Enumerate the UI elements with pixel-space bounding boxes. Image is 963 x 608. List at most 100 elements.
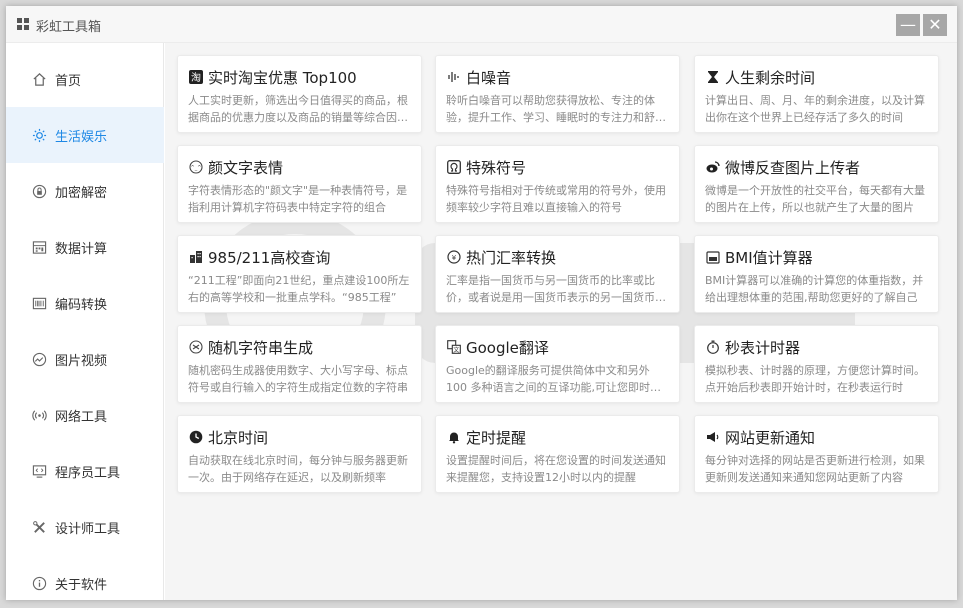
scale-icon bbox=[705, 250, 720, 265]
card-description: 计算出日、周、月、年的剩余进度，以及计算出你在这个世界上已经存活了多久的时间 bbox=[705, 94, 925, 124]
wifi-icon bbox=[31, 407, 47, 423]
sidebar-item-network[interactable]: 网络工具 bbox=[6, 387, 164, 443]
card-title: 热门汇率转换 bbox=[466, 248, 557, 267]
svg-text:¥: ¥ bbox=[451, 254, 456, 262]
tool-card-white-noise[interactable]: 白噪音 聆听白噪音可以帮助您获得放松、专注的体验，提升工作、学习、睡眠时的专注力… bbox=[435, 55, 680, 133]
title-bar[interactable]: 彩虹工具箱 — ✕ bbox=[6, 6, 957, 43]
tool-card-remaining-life[interactable]: 人生剩余时间 计算出日、周、月、年的剩余进度，以及计算出你在这个世界上已经存活了… bbox=[694, 55, 939, 133]
megaphone-icon bbox=[705, 430, 720, 445]
sidebar-item-encoding[interactable]: 编码转换 bbox=[6, 275, 164, 331]
barcode-icon bbox=[31, 295, 47, 311]
card-description: 字符表情形态的"颜文字"是一种表情符号，是指利用计算机字符码表中特定字符的组合 bbox=[188, 184, 408, 214]
card-description: 微博是一个开放性的社交平台，每天都有大量的图片在上传，所以也就产生了大量的图片 bbox=[705, 184, 925, 214]
sidebar-item-encryption[interactable]: 加密解密 bbox=[6, 163, 164, 219]
tool-card-stopwatch[interactable]: 秒表计时器 模拟秒表、计时器的原理，方便您计算时间。点开始后秒表即开始计时，在秒… bbox=[694, 325, 939, 403]
sidebar-item-label: 关于软件 bbox=[55, 577, 108, 593]
sidebar-item-label: 网络工具 bbox=[55, 409, 108, 425]
sidebar-item-about[interactable]: 关于软件 bbox=[6, 555, 164, 600]
card-description: 模拟秒表、计时器的原理，方便您计算时间。点开始后秒表即开始计时，在秒表运行时 bbox=[705, 364, 925, 394]
grid-app-icon bbox=[17, 18, 29, 30]
svg-text:^_^: ^_^ bbox=[190, 165, 201, 171]
card-title: 人生剩余时间 bbox=[725, 68, 816, 87]
weibo-icon bbox=[705, 160, 720, 175]
lock-icon bbox=[31, 183, 47, 199]
svg-text:文: 文 bbox=[453, 346, 459, 354]
taobao-icon: 淘 bbox=[188, 70, 203, 85]
close-button[interactable]: ✕ bbox=[923, 14, 947, 36]
card-description: Google的翻译服务可提供简体中文和另外100 多种语言之间的互译功能,可让您… bbox=[446, 364, 661, 394]
random-icon bbox=[188, 340, 203, 355]
card-description: 人工实时更新，筛选出今日值得买的商品，根据商品的优惠力度以及商品的销量等综合因素… bbox=[188, 94, 408, 124]
minimize-button[interactable]: — bbox=[896, 14, 920, 36]
tool-grid: 淘 实时淘宝优惠 Top100 人工实时更新，筛选出今日值得买的商品，根据商品的… bbox=[165, 43, 957, 600]
svg-text:淘: 淘 bbox=[191, 71, 201, 84]
tool-card-university-lookup[interactable]: 985/211高校查询 “211工程”即面向21世纪，重点建设100所左右的高等… bbox=[177, 235, 422, 313]
bell-icon bbox=[446, 430, 461, 445]
clock-icon bbox=[188, 430, 203, 445]
chart-circle-icon bbox=[31, 351, 47, 367]
card-description: 特殊符号指相对于传统或常用的符号外，使用频率较少字符且难以直接输入的符号 bbox=[446, 184, 666, 214]
calculator-icon bbox=[31, 239, 47, 255]
tool-card-timed-reminder[interactable]: 定时提醒 设置提醒时间后，将在您设置的时间发送通知来提醒您，支持设置12小时以内… bbox=[435, 415, 680, 493]
card-description: “211工程”即面向21世纪，重点建设100所左右的高等学校和一批重点学科。“9… bbox=[188, 274, 410, 304]
sidebar-item-image-video[interactable]: 图片视频 bbox=[6, 331, 164, 387]
tool-card-google-translate[interactable]: 文 Google翻译 Google的翻译服务可提供简体中文和另外100 多种语言… bbox=[435, 325, 680, 403]
app-window: 彩虹工具箱 — ✕ 首页 生活娱乐 加密解密 数据计算 编码转换 图片视频 网络… bbox=[6, 6, 957, 600]
card-title: 北京时间 bbox=[208, 428, 269, 447]
card-title: 微博反查图片上传者 bbox=[725, 158, 861, 177]
sound-wave-icon bbox=[446, 70, 461, 85]
card-title: 白噪音 bbox=[466, 68, 512, 87]
tool-card-random-string[interactable]: 随机字符串生成 随机密码生成器使用数字、大小写字母、标点符号或自行输入的字符生成… bbox=[177, 325, 422, 403]
tool-card-beijing-time[interactable]: 北京时间 自动获取在线北京时间，每分钟与服务器更新一次。由于网络存在延迟，以及刷… bbox=[177, 415, 422, 493]
sidebar-item-label: 加密解密 bbox=[55, 185, 108, 201]
tool-card-kaomoji[interactable]: ^_^ 颜文字表情 字符表情形态的"颜文字"是一种表情符号，是指利用计算机字符码… bbox=[177, 145, 422, 223]
card-title: 实时淘宝优惠 Top100 bbox=[208, 68, 357, 87]
sidebar: 首页 生活娱乐 加密解密 数据计算 编码转换 图片视频 网络工具 程序员工具 设… bbox=[6, 43, 164, 600]
sidebar-item-label: 编码转换 bbox=[55, 297, 108, 313]
design-tools-icon bbox=[31, 519, 47, 535]
home-icon bbox=[31, 71, 47, 87]
card-title: Google翻译 bbox=[466, 338, 549, 357]
card-title: 秒表计时器 bbox=[725, 338, 801, 357]
tool-card-site-update-notice[interactable]: 网站更新通知 每分钟对选择的网站是否更新进行检测，如果更新则发送通知来通知您网站… bbox=[694, 415, 939, 493]
tool-card-weibo-lookup[interactable]: 微博反查图片上传者 微博是一个开放性的社交平台，每天都有大量的图片在上传，所以也… bbox=[694, 145, 939, 223]
tool-card-taobao-deals[interactable]: 淘 实时淘宝优惠 Top100 人工实时更新，筛选出今日值得买的商品，根据商品的… bbox=[177, 55, 422, 133]
card-description: 设置提醒时间后，将在您设置的时间发送通知来提醒您，支持设置12小时以内的提醒 bbox=[446, 454, 666, 484]
sidebar-item-designer[interactable]: 设计师工具 bbox=[6, 499, 164, 555]
sidebar-item-label: 首页 bbox=[55, 73, 82, 89]
card-title: 985/211高校查询 bbox=[208, 248, 331, 267]
sidebar-item-home[interactable]: 首页 bbox=[6, 51, 164, 107]
hourglass-icon bbox=[705, 70, 720, 85]
card-description: 聆听白噪音可以帮助您获得放松、专注的体验，提升工作、学习、睡眠时的专注力和舒适感 bbox=[446, 94, 666, 124]
sun-icon bbox=[31, 127, 47, 143]
translate-icon: 文 bbox=[446, 340, 461, 355]
tool-card-bmi-calculator[interactable]: BMI值计算器 BMI计算器可以准确的计算您的体重指数，并给出理想体重的范围,帮… bbox=[694, 235, 939, 313]
window-title: 彩虹工具箱 bbox=[36, 20, 102, 35]
stopwatch-icon bbox=[705, 340, 720, 355]
monitor-code-icon bbox=[31, 463, 47, 479]
card-description: 每分钟对选择的网站是否更新进行检测，如果更新则发送通知来通知您网站更新了内容 bbox=[705, 454, 925, 484]
card-description: 自动获取在线北京时间，每分钟与服务器更新一次。由于网络存在延迟，以及刷新频率 bbox=[188, 454, 408, 484]
kaomoji-icon: ^_^ bbox=[188, 160, 203, 175]
exchange-icon: ¥ bbox=[446, 250, 461, 265]
sidebar-item-life-entertainment[interactable]: 生活娱乐 bbox=[6, 107, 164, 163]
sidebar-item-label: 图片视频 bbox=[55, 353, 108, 369]
card-title: 随机字符串生成 bbox=[208, 338, 314, 357]
info-icon bbox=[31, 575, 47, 591]
sidebar-item-label: 程序员工具 bbox=[55, 465, 121, 481]
sidebar-item-data-calc[interactable]: 数据计算 bbox=[6, 219, 164, 275]
sidebar-item-label: 数据计算 bbox=[55, 241, 108, 257]
card-description: 汇率是指一国货币与另一国货币的比率或比价，或者说是用一国货币表示的另一国货币的价… bbox=[446, 274, 666, 304]
building-icon bbox=[188, 250, 203, 265]
card-description: BMI计算器可以准确的计算您的体重指数，并给出理想体重的范围,帮助您更好的了解自… bbox=[705, 274, 924, 304]
card-description: 随机密码生成器使用数字、大小写字母、标点符号或自行输入的字符生成指定位数的字符串 bbox=[188, 364, 408, 394]
tool-card-exchange-rate[interactable]: ¥ 热门汇率转换 汇率是指一国货币与另一国货币的比率或比价，或者说是用一国货币表… bbox=[435, 235, 680, 313]
card-title: 颜文字表情 bbox=[208, 158, 284, 177]
sidebar-item-programmer[interactable]: 程序员工具 bbox=[6, 443, 164, 499]
card-title: 网站更新通知 bbox=[725, 428, 816, 447]
tool-card-special-symbols[interactable]: 特殊符号 特殊符号指相对于传统或常用的符号外，使用频率较少字符且难以直接输入的符… bbox=[435, 145, 680, 223]
sidebar-item-label: 设计师工具 bbox=[55, 521, 121, 537]
card-title: 特殊符号 bbox=[466, 158, 527, 177]
card-title: 定时提醒 bbox=[466, 428, 527, 447]
omega-icon bbox=[446, 160, 461, 175]
